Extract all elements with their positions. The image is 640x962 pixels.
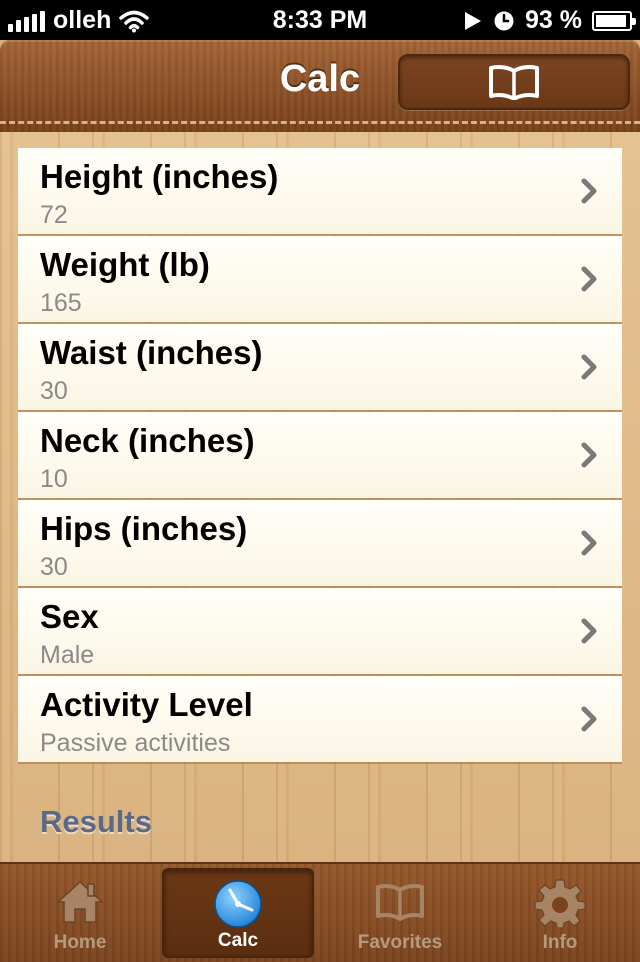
list-item-value: 30 (40, 553, 68, 581)
list-item-value: Male (40, 641, 95, 669)
tab-home[interactable]: Home (4, 868, 156, 958)
chevron-right-icon (581, 266, 597, 292)
battery-percent: 93 % (525, 6, 582, 34)
list-item[interactable]: Neck (inches) 10 (18, 412, 622, 498)
list-item[interactable]: Hips (inches) 30 (18, 500, 622, 586)
input-list: Height (inches) 72 Weight (lb) 165 Waist (in… (18, 148, 622, 764)
tab-bar: Home Calc Favorites Info (0, 862, 640, 962)
content-area: Height (inches) 72 Weight (lb) 165 Waist (in… (0, 132, 640, 862)
play-icon (465, 11, 482, 30)
list-item-value: 72 (40, 201, 68, 229)
chevron-right-icon (581, 706, 597, 732)
book-icon (376, 884, 424, 921)
clock-icon (214, 880, 262, 928)
bookmarks-button[interactable] (398, 54, 630, 110)
leather-stitching (0, 121, 640, 124)
list-item-value: 165 (40, 289, 82, 317)
list-item-label: Hips (inches) (40, 510, 248, 547)
list-item[interactable]: Activity Level Passive activities (18, 676, 622, 762)
tab-favorites[interactable]: Favorites (324, 868, 476, 958)
tab-info[interactable]: Info (484, 868, 636, 958)
list-item-value: 10 (40, 465, 68, 493)
navigation-bar: Calc (0, 40, 640, 132)
list-item[interactable]: Waist (inches) 30 (18, 324, 622, 410)
tab-home-label: Home (53, 932, 107, 953)
status-bar: olleh 8:33 PM 93 % (0, 0, 640, 40)
list-item-label: Height (inches) (40, 158, 279, 195)
chevron-right-icon (581, 354, 597, 380)
chevron-right-icon (581, 530, 597, 556)
tab-calc[interactable]: Calc (162, 868, 314, 958)
list-item[interactable]: Height (inches) 72 (18, 148, 622, 234)
tab-calc-label: Calc (217, 930, 259, 951)
chevron-right-icon (581, 442, 597, 468)
results-header: Results (40, 804, 152, 839)
list-item-label: Weight (lb) (40, 246, 210, 283)
list-item[interactable]: Weight (lb) 165 (18, 236, 622, 322)
list-item-label: Waist (inches) (40, 334, 263, 371)
tab-info-label: Info (542, 932, 578, 953)
gear-icon (534, 879, 586, 928)
status-right: 93 % (463, 6, 636, 35)
tab-favorites-label: Favorites (357, 932, 443, 953)
list-item-label: Activity Level (40, 686, 253, 723)
chevron-right-icon (581, 618, 597, 644)
battery-icon (592, 10, 636, 31)
list-item[interactable]: Sex Male (18, 588, 622, 674)
list-item-value: 30 (40, 377, 68, 405)
home-icon (56, 880, 104, 923)
chevron-right-icon (581, 178, 597, 204)
list-item-value: Passive activities (40, 729, 231, 757)
list-item-label: Sex (40, 598, 99, 635)
battery-fill (596, 14, 626, 27)
list-item-label: Neck (inches) (40, 422, 255, 459)
book-icon (489, 65, 539, 100)
alarm-clock-icon (494, 11, 514, 30)
